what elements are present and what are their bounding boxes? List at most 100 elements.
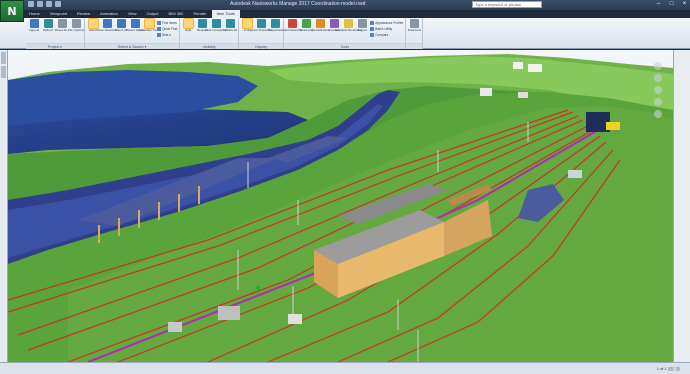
group-label[interactable]: Visibility [180, 43, 239, 49]
print-icon[interactable] [55, 1, 61, 7]
tool-label: Quantification [311, 28, 330, 32]
reset-all-button[interactable]: Reset All... [55, 19, 69, 32]
orbit-icon[interactable] [654, 98, 662, 106]
tool-label: File Options [68, 28, 85, 32]
small-tool-item[interactable]: Find Items [157, 20, 177, 25]
tab-output[interactable]: Output [141, 10, 163, 18]
3d-viewport[interactable] [8, 50, 673, 362]
quantification-icon [315, 19, 325, 28]
small-tools: Find Items Quick Find Sets ▾ [157, 19, 177, 37]
hide-unselected-button[interactable]: Hide Unselected [205, 19, 227, 32]
select-all-button[interactable]: Select All [115, 19, 127, 32]
group-label[interactable]: Tools [284, 43, 406, 49]
tab-item-tools[interactable]: Item Tools [211, 10, 240, 18]
tab-bim-360[interactable]: BIM 360 [164, 10, 189, 18]
ribbon-group-display: Links Quick Properties Properties Display [239, 18, 285, 49]
tool-label: DataTools [407, 28, 422, 32]
tool-label: Hide [185, 28, 192, 32]
require-icon [197, 19, 207, 28]
clash-detective-button[interactable]: Clash Detective [282, 19, 303, 32]
select-icon [87, 18, 99, 29]
file-options-button[interactable]: File Options [68, 19, 85, 32]
selection-tree-button[interactable]: Selection Tree [139, 18, 159, 32]
close-icon[interactable]: × [681, 1, 688, 7]
title-bar: Autodesk Navisworks Manage 2017 Coordina… [0, 0, 690, 10]
tab-animation[interactable]: Animation [95, 10, 123, 18]
undo-icon[interactable] [37, 1, 43, 7]
scripter-button[interactable]: Scripter [356, 19, 368, 32]
save-selection-button[interactable]: Save Selection [97, 19, 117, 32]
datatools-icon [409, 19, 419, 28]
tool-label: Append [28, 28, 40, 32]
application-button[interactable]: N [0, 0, 24, 22]
tab-view[interactable]: View [123, 10, 142, 18]
small-tool-label: Appearance Profiler [375, 20, 404, 25]
small-tool-item[interactable]: Quick Find [157, 26, 177, 31]
window-controls: – □ × [655, 1, 688, 7]
group-label[interactable]: Project ▾ [26, 43, 84, 49]
hide-button[interactable]: Hide [182, 18, 194, 32]
quick-access-toolbar[interactable] [28, 1, 61, 7]
selection-tree-panel-tab[interactable] [1, 52, 6, 64]
search-input[interactable]: Type a keyword or phrase [472, 1, 542, 8]
hide-unselected-icon [211, 19, 221, 28]
reset-all-icon [57, 19, 67, 28]
window-title: Autodesk Navisworks Manage 2017 Coordina… [230, 1, 366, 7]
small-tool-label: Find Items [162, 20, 177, 25]
timeliner-icon [301, 19, 311, 28]
refresh-icon [43, 19, 53, 28]
links-icon [241, 18, 253, 29]
status-text: 1 of 1 ▯▯▯ ▯▯ [656, 366, 680, 371]
maximize-icon[interactable]: □ [668, 1, 675, 7]
refresh-button[interactable]: Refresh [42, 19, 54, 32]
unhide-all-icon [225, 19, 235, 28]
group-label[interactable] [406, 43, 423, 49]
tab-viewpoint[interactable]: Viewpoint [45, 10, 72, 18]
group-label[interactable]: Display [239, 43, 284, 49]
unhide-all-button[interactable]: Unhide All [223, 19, 237, 32]
append-button[interactable]: Append [28, 19, 40, 32]
quantification-button[interactable]: Quantification [311, 19, 330, 32]
properties-button[interactable]: Properties [268, 19, 282, 32]
steering-wheel-icon[interactable] [654, 62, 662, 70]
select-same-icon [130, 19, 140, 28]
pan-icon[interactable] [654, 74, 662, 82]
redo-icon[interactable] [46, 1, 52, 7]
quick-properties-button[interactable]: Quick Properties [250, 19, 272, 32]
zoom-icon[interactable] [654, 86, 662, 94]
small-tool-item[interactable]: Batch Utility [370, 26, 403, 31]
status-bar: 1 of 1 ▯▯▯ ▯▯ [0, 362, 690, 374]
sets-panel-tab[interactable] [1, 66, 6, 78]
ribbon-group-visibility: Hide Require Hide Unselected Unhide All Visi… [180, 18, 240, 49]
group-label[interactable]: Select & Search ▾ [85, 43, 180, 49]
scene-left-bar[interactable] [0, 50, 8, 362]
tool-label: Refresh [42, 28, 54, 32]
minimize-icon[interactable]: – [655, 1, 662, 7]
small-tool-label: Batch Utility [375, 26, 393, 31]
small-tool-icon [370, 20, 375, 25]
tab-render[interactable]: Render [188, 10, 211, 18]
small-tools: Appearance Profiler Batch Utility Compare [370, 19, 403, 37]
right-panel-bar[interactable] [673, 50, 690, 362]
save-icon[interactable] [28, 1, 34, 7]
small-tool-icon [157, 32, 161, 37]
scripter-icon [357, 19, 367, 28]
select-all-icon [116, 19, 126, 28]
navigation-bar[interactable] [650, 62, 666, 132]
save-selection-icon [102, 19, 112, 28]
tab-review[interactable]: Review [72, 10, 95, 18]
autodesk-rendering-button[interactable]: Autodesk Rendering [335, 19, 362, 32]
datatools-button[interactable]: DataTools [407, 19, 422, 32]
tool-label: Scripter [357, 28, 368, 32]
tool-label: Select [88, 28, 98, 32]
tool-label: Unhide All [223, 28, 237, 32]
small-tool-icon [157, 26, 161, 31]
look-icon[interactable] [654, 110, 662, 118]
tab-home[interactable]: Home [24, 10, 45, 18]
small-tool-item[interactable]: Appearance Profiler [370, 20, 403, 25]
small-tool-item[interactable]: Sets ▾ [157, 32, 177, 37]
small-tool-label: Quick Find [162, 26, 178, 31]
small-tool-item[interactable]: Compare [370, 32, 403, 37]
autodesk-rendering-icon [343, 19, 353, 28]
ribbon-group-tools: Clash Detective TimeLiner Quantification An… [282, 18, 407, 49]
